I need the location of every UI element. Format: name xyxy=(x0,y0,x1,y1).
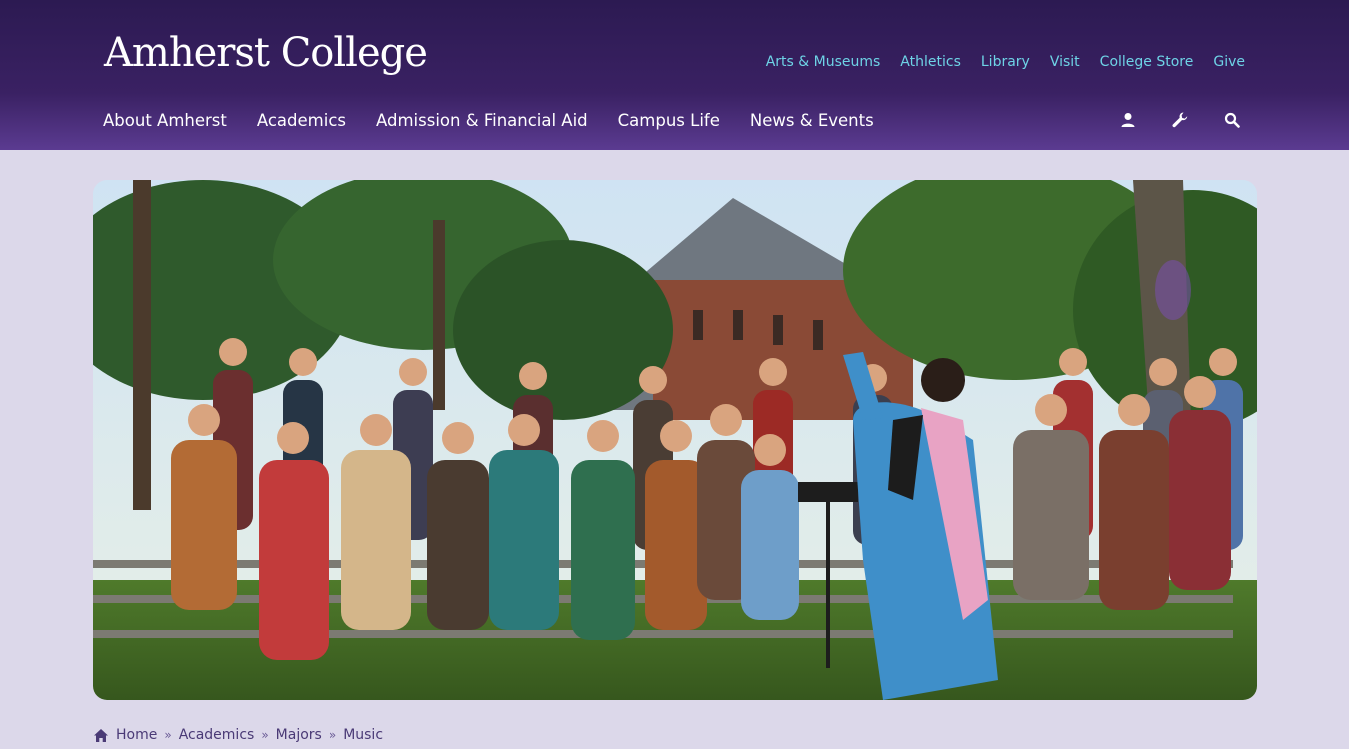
nav-item-campus-life[interactable]: Campus Life xyxy=(618,111,720,130)
site-logo[interactable]: Amherst College xyxy=(104,30,428,76)
breadcrumb-separator: » xyxy=(164,728,172,742)
utility-link-library[interactable]: Library xyxy=(981,54,1030,70)
breadcrumb-separator: » xyxy=(328,728,337,742)
utility-nav: Arts & Museums Athletics Library Visit C… xyxy=(766,54,1245,70)
utility-link-give[interactable]: Give xyxy=(1213,54,1245,70)
main-nav: About Amherst Academics Admission & Fina… xyxy=(103,111,874,130)
hero-image xyxy=(93,180,1257,700)
search-icon[interactable] xyxy=(1222,110,1242,130)
breadcrumb-home[interactable]: Home xyxy=(116,727,157,743)
utility-link-visit[interactable]: Visit xyxy=(1050,54,1080,70)
header-icon-group xyxy=(1118,110,1242,130)
utility-link-athletics[interactable]: Athletics xyxy=(900,54,961,70)
nav-item-academics[interactable]: Academics xyxy=(257,111,346,130)
breadcrumb-majors[interactable]: Majors xyxy=(276,727,322,743)
breadcrumb-separator: » xyxy=(261,728,269,742)
nav-item-about-amherst[interactable]: About Amherst xyxy=(103,111,227,130)
choir-photo-illustration xyxy=(93,180,1257,700)
utility-link-arts-museums[interactable]: Arts & Museums xyxy=(766,54,881,70)
breadcrumb-academics[interactable]: Academics xyxy=(179,727,255,743)
breadcrumb-music: Music xyxy=(343,727,384,743)
nav-item-news-events[interactable]: News & Events xyxy=(750,111,874,130)
utility-link-college-store[interactable]: College Store xyxy=(1100,54,1194,70)
wrench-icon[interactable] xyxy=(1170,110,1190,130)
breadcrumb: Home » Academics » Majors » Music xyxy=(93,727,383,743)
user-icon[interactable] xyxy=(1118,110,1138,130)
site-header: Amherst College Arts & Museums Athletics… xyxy=(0,0,1349,150)
home-icon[interactable] xyxy=(93,728,109,743)
nav-item-admission-financial-aid[interactable]: Admission & Financial Aid xyxy=(376,111,588,130)
